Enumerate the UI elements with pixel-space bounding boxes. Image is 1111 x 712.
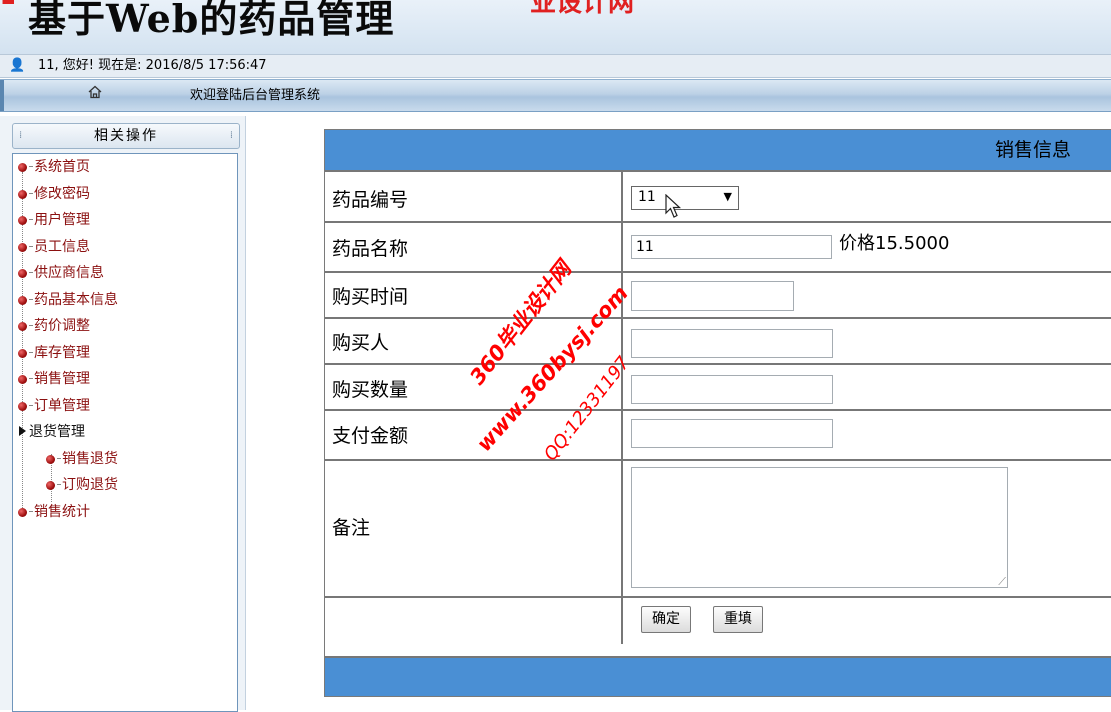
- sidebar-item-order-return[interactable]: 订购退货: [46, 475, 118, 495]
- bullet-icon: [18, 508, 27, 517]
- row-buyer: 购买人: [325, 317, 1111, 365]
- amount-input[interactable]: [631, 419, 833, 448]
- cursor-icon: [665, 193, 682, 218]
- reset-button[interactable]: 重填: [713, 606, 763, 633]
- bullet-icon: [18, 163, 27, 172]
- label-drug-name: 药品名称: [332, 238, 409, 260]
- label-quantity: 购买数量: [332, 379, 409, 401]
- buyer-input[interactable]: [631, 329, 833, 358]
- sidebar-item-orders[interactable]: 订单管理: [18, 396, 90, 416]
- bullet-icon: [18, 269, 27, 278]
- sidebar-item-supplier-info[interactable]: 供应商信息: [18, 263, 104, 283]
- form-footer: [325, 656, 1111, 696]
- dropdown-arrow-icon: ▼: [723, 190, 732, 203]
- row-remark: 备注 ⟋: [325, 459, 1111, 598]
- sidebar-item-inventory[interactable]: 库存管理: [18, 343, 90, 363]
- header-banner: ■ 基于Web的药品管理 业设计网: [0, 0, 1111, 54]
- sidebar-item-sales[interactable]: 销售管理: [18, 369, 90, 389]
- row-quantity: 购买数量: [325, 363, 1111, 411]
- sidebar-item-drug-basic-info[interactable]: 药品基本信息: [18, 290, 118, 310]
- label-drug-id: 药品编号: [332, 189, 409, 211]
- app-title: 基于Web的药品管理: [28, 0, 395, 41]
- nav-left-strip: [0, 80, 4, 111]
- sidebar-item-change-password[interactable]: 修改密码: [18, 184, 90, 204]
- label-purchase-time: 购买时间: [332, 286, 409, 308]
- mouse-cursor: [665, 193, 683, 224]
- nav-welcome-text: 欢迎登陆后台管理系统: [190, 88, 321, 103]
- drug-id-select[interactable]: 11 ▼: [631, 186, 739, 210]
- purchase-time-input[interactable]: [631, 281, 794, 311]
- form-header: 销售信息: [325, 130, 1111, 170]
- user-icon: 👤: [9, 58, 26, 73]
- sales-form: 销售信息 药品编号 11 ▼ 药品名称 价格15.5000 购买时间 购买人 购…: [324, 129, 1111, 697]
- remark-textarea[interactable]: ⟋: [631, 467, 1008, 588]
- resize-grip-icon[interactable]: ⟋: [998, 575, 1006, 589]
- banner-red-fragment: 业设计网: [530, 0, 635, 18]
- row-drug-name: 药品名称 价格15.5000: [325, 221, 1111, 273]
- label-amount: 支付金额: [332, 425, 409, 447]
- form-title: 销售信息: [995, 139, 1072, 161]
- confirm-button[interactable]: 确定: [641, 606, 691, 633]
- bullet-icon: [18, 216, 27, 225]
- row-drug-id: 药品编号 11 ▼: [325, 170, 1111, 223]
- bullet-icon: [18, 243, 27, 252]
- sidebar-header: ⁞ 相关操作 ⁞: [12, 123, 240, 149]
- sidebar-menu-panel: 系统首页 修改密码 用户管理 员工信息 供应商信息 药品基本信息 药价调整 库存…: [12, 153, 238, 712]
- sidebar: ⁞ 相关操作 ⁞ 系统首页 修改密码 用户管理 员工信息 供应商信息 药品基本信…: [0, 116, 246, 712]
- expand-arrow-icon: [19, 426, 26, 436]
- sidebar-item-sales-statistics[interactable]: 销售统计: [18, 502, 90, 522]
- user-greeting: 11, 您好! 现在是: 2016/8/5 17:56:47: [38, 58, 267, 73]
- bullet-icon: [18, 190, 27, 199]
- price-text: 价格15.5000: [839, 233, 950, 254]
- sidebar-title: 相关操作: [94, 128, 158, 144]
- top-nav-bar: 欢迎登陆后台管理系统: [0, 79, 1111, 112]
- bullet-icon: [18, 296, 27, 305]
- sidebar-item-price-adjust[interactable]: 药价调整: [18, 316, 90, 336]
- row-amount: 支付金额: [325, 409, 1111, 461]
- sidebar-item-sales-return[interactable]: 销售退货: [46, 449, 118, 469]
- user-bar: 👤 11, 您好! 现在是: 2016/8/5 17:56:47: [0, 54, 1111, 78]
- grip-icon: ⁞: [19, 130, 23, 141]
- quantity-input[interactable]: [631, 375, 833, 404]
- label-remark: 备注: [332, 517, 371, 539]
- row-purchase-time: 购买时间: [325, 271, 1111, 319]
- sidebar-item-employee-info[interactable]: 员工信息: [18, 237, 90, 257]
- bullet-icon: [18, 349, 27, 358]
- row-buttons: 确定 重填: [325, 596, 1111, 644]
- home-icon[interactable]: [88, 85, 102, 103]
- drug-name-input[interactable]: [631, 235, 832, 259]
- grip-icon: ⁞: [229, 130, 233, 141]
- bullet-icon: [46, 481, 55, 490]
- bullet-icon: [18, 402, 27, 411]
- bullet-icon: [18, 375, 27, 384]
- bullet-icon: [46, 455, 55, 464]
- sidebar-item-user-management[interactable]: 用户管理: [18, 210, 90, 230]
- label-buyer: 购买人: [332, 332, 390, 354]
- banner-red-mark: ■: [0, 0, 14, 4]
- bullet-icon: [18, 322, 27, 331]
- sidebar-item-returns[interactable]: 退货管理: [19, 422, 85, 442]
- sidebar-item-home[interactable]: 系统首页: [18, 157, 90, 177]
